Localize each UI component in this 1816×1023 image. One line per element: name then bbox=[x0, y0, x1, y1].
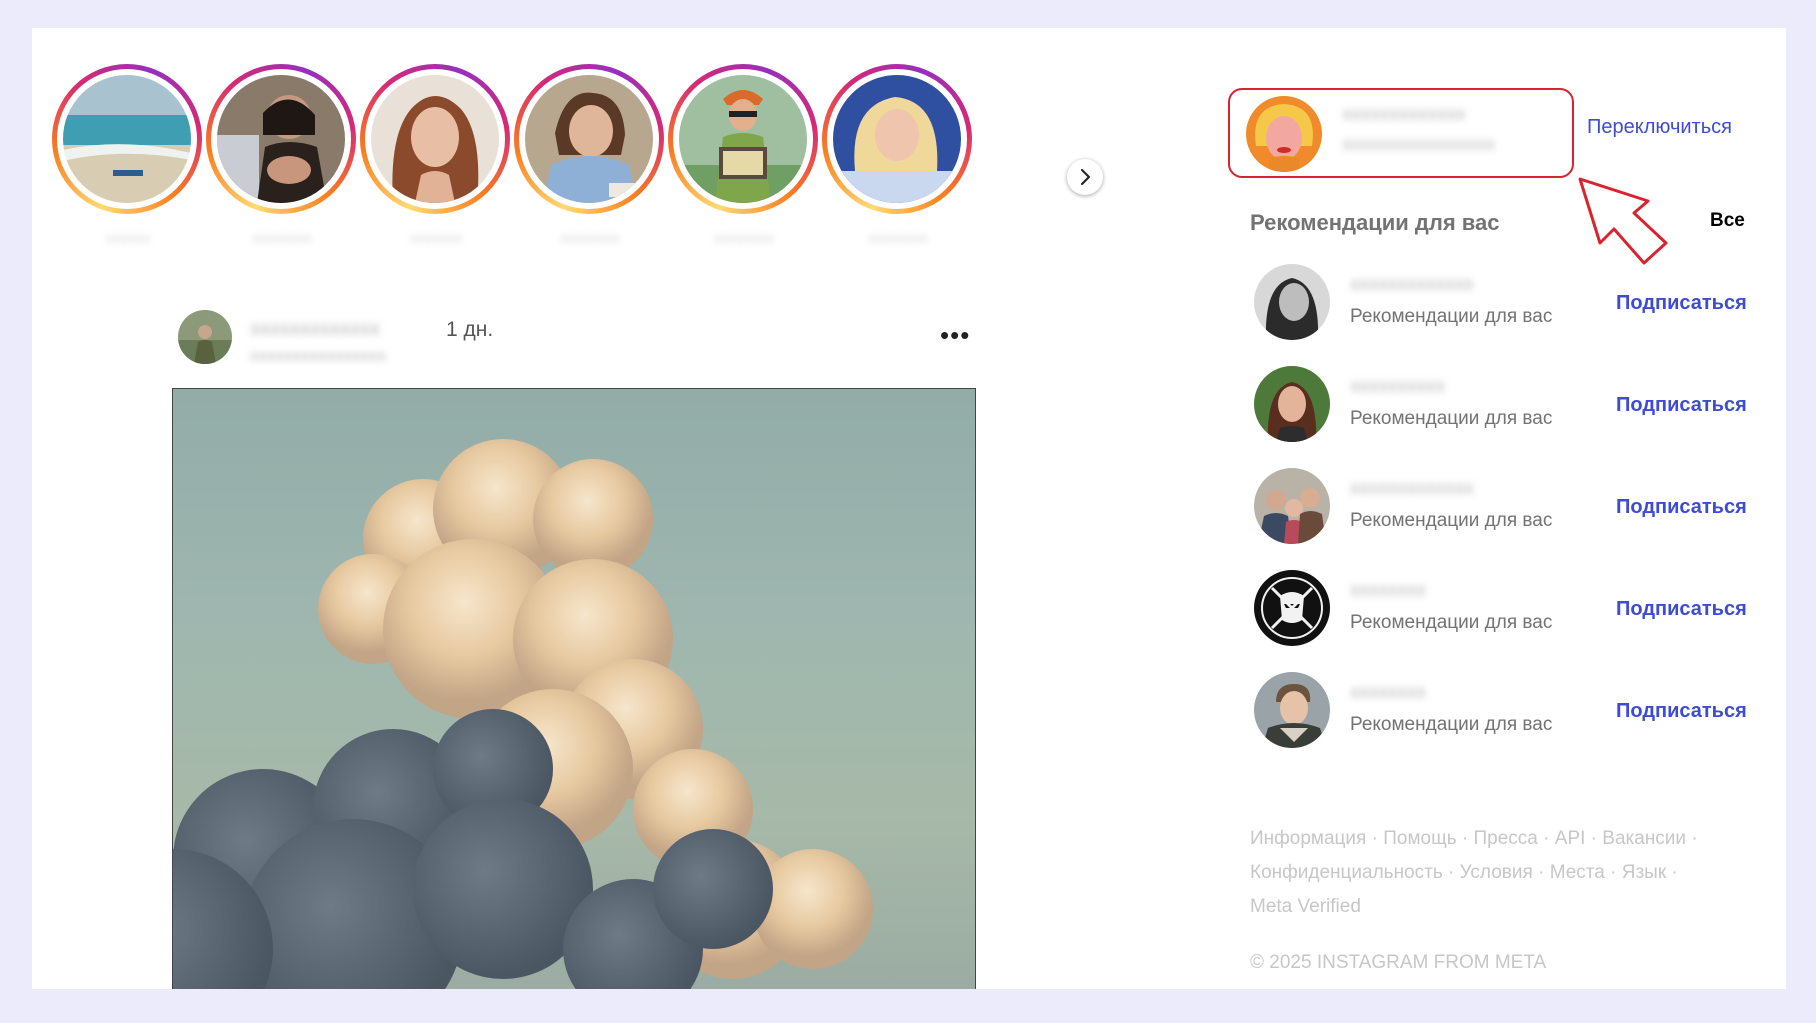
instagram-feed-page: xxxxxx xxxxxxxx xxxxxxx xxxxxxxx xxxxxxx… bbox=[32, 28, 1786, 989]
story-item[interactable]: xxxxxxxx bbox=[206, 64, 358, 264]
stories-tray: xxxxxx xxxxxxxx xxxxxxx xxxxxxxx xxxxxxx… bbox=[52, 64, 1132, 274]
follow-button[interactable]: Подписаться bbox=[1616, 700, 1747, 723]
suggestion-avatar[interactable] bbox=[1254, 366, 1330, 442]
suggestion-username[interactable]: xxxxxxxxxxxxx bbox=[1350, 274, 1474, 296]
stories-next-button[interactable] bbox=[1067, 159, 1103, 195]
suggestion-username[interactable]: xxxxxxxx bbox=[1350, 682, 1426, 704]
story-item[interactable]: xxxxxxxx bbox=[822, 64, 974, 264]
recommendations-title: Рекомендации для вас bbox=[1250, 210, 1500, 235]
post-author-avatar[interactable] bbox=[178, 310, 232, 364]
suggestion-reason: Рекомендации для вас bbox=[1350, 714, 1553, 735]
suggestion-avatar[interactable] bbox=[1254, 570, 1330, 646]
post-header: xxxxxxxxxxxxx 1 дн. xxxxxxxxxxxxxxxx ••• bbox=[178, 310, 1008, 370]
story-photo-accordion-player bbox=[679, 75, 807, 203]
story-username: xxxxxx bbox=[105, 230, 151, 247]
suggestion-reason: Рекомендации для вас bbox=[1350, 408, 1553, 429]
story-username: xxxxxxxx bbox=[252, 230, 312, 247]
chevron-right-icon bbox=[1080, 168, 1091, 186]
follow-button[interactable]: Подписаться bbox=[1616, 292, 1747, 315]
sidebar-footer-links: Информация · Помощь · Пресса · API · Вак… bbox=[1250, 828, 1698, 917]
story-item[interactable]: xxxxxxxx bbox=[668, 64, 820, 264]
footer-link-locations[interactable]: Места bbox=[1550, 862, 1605, 883]
footer-link-jobs[interactable]: Вакансии bbox=[1602, 828, 1686, 849]
story-username: xxxxxxxx bbox=[868, 230, 928, 247]
current-account-fullname: xxxxxxxxxxxxxxxxx bbox=[1342, 134, 1495, 154]
suggestion-item: xxxxxxxx Рекомендации для вас Подписатьс… bbox=[1254, 570, 1774, 650]
story-item[interactable]: xxxxxx bbox=[52, 64, 204, 264]
follow-button[interactable]: Подписаться bbox=[1616, 394, 1747, 417]
suggestion-reason: Рекомендации для вас bbox=[1350, 510, 1553, 531]
current-account-card: xxxxxxxxxxxxx xxxxxxxxxxxxxxxxx bbox=[1228, 88, 1574, 178]
post-options-button[interactable]: ••• bbox=[940, 320, 970, 351]
footer-link-privacy[interactable]: Конфиденциальность bbox=[1250, 862, 1443, 883]
post-author-username[interactable]: xxxxxxxxxxxxx bbox=[250, 318, 380, 341]
copyright-text: © 2025 INSTAGRAM FROM META bbox=[1250, 952, 1547, 973]
suggestion-item: xxxxxxxxxxxxx Рекомендации для вас Подпи… bbox=[1254, 264, 1774, 344]
footer-link-language[interactable]: Язык bbox=[1622, 862, 1666, 883]
follow-button[interactable]: Подписаться bbox=[1616, 496, 1747, 519]
suggestion-item: xxxxxxxxxxxxx Рекомендации для вас Подпи… bbox=[1254, 468, 1774, 548]
post-image[interactable] bbox=[172, 388, 976, 989]
suggestion-avatar[interactable] bbox=[1254, 672, 1330, 748]
footer-link-meta-verified[interactable]: Meta Verified bbox=[1250, 896, 1361, 917]
story-photo-beach bbox=[63, 75, 191, 203]
footer-link-terms[interactable]: Условия bbox=[1460, 862, 1533, 883]
suggestion-item: xxxxxxxx Рекомендации для вас Подписатьс… bbox=[1254, 672, 1774, 752]
switch-account-link[interactable]: Переключиться bbox=[1587, 116, 1732, 139]
suggestion-username[interactable]: xxxxxxxxxxxxx bbox=[1350, 478, 1474, 500]
suggestion-reason: Рекомендации для вас bbox=[1350, 612, 1553, 633]
story-item[interactable]: xxxxxxx bbox=[360, 64, 512, 264]
suggestion-reason: Рекомендации для вас bbox=[1350, 306, 1553, 327]
story-photo-woman-dark bbox=[217, 75, 345, 203]
footer-link-info[interactable]: Информация bbox=[1250, 828, 1366, 849]
story-photo-woman-red-hair bbox=[371, 75, 499, 203]
footer-link-api[interactable]: API bbox=[1555, 828, 1586, 849]
footer-link-help[interactable]: Помощь bbox=[1383, 828, 1456, 849]
story-username: xxxxxxxx bbox=[714, 230, 774, 247]
suggestion-avatar[interactable] bbox=[1254, 468, 1330, 544]
story-item[interactable]: xxxxxxxx bbox=[514, 64, 666, 264]
footer-link-press[interactable]: Пресса bbox=[1474, 828, 1538, 849]
story-username: xxxxxxx bbox=[409, 230, 463, 247]
see-all-link[interactable]: Все bbox=[1710, 210, 1745, 232]
annotation-arrow-icon bbox=[1578, 177, 1668, 265]
follow-button[interactable]: Подписаться bbox=[1616, 598, 1747, 621]
post-author-subtitle: xxxxxxxxxxxxxxxx bbox=[250, 346, 386, 365]
current-account-username[interactable]: xxxxxxxxxxxxx bbox=[1342, 104, 1466, 126]
suggestion-avatar[interactable] bbox=[1254, 264, 1330, 340]
suggestion-username[interactable]: xxxxxxxx bbox=[1350, 580, 1426, 602]
suggestion-username[interactable]: xxxxxxxxxx bbox=[1350, 376, 1445, 398]
story-username: xxxxxxxx bbox=[560, 230, 620, 247]
current-account-avatar[interactable] bbox=[1246, 96, 1322, 172]
story-photo-blonde-woman bbox=[833, 75, 961, 203]
post-time: 1 дн. bbox=[446, 318, 494, 341]
suggestion-item: xxxxxxxxxx Рекомендации для вас Подписат… bbox=[1254, 366, 1774, 446]
story-photo-woman-blue-dress bbox=[525, 75, 653, 203]
